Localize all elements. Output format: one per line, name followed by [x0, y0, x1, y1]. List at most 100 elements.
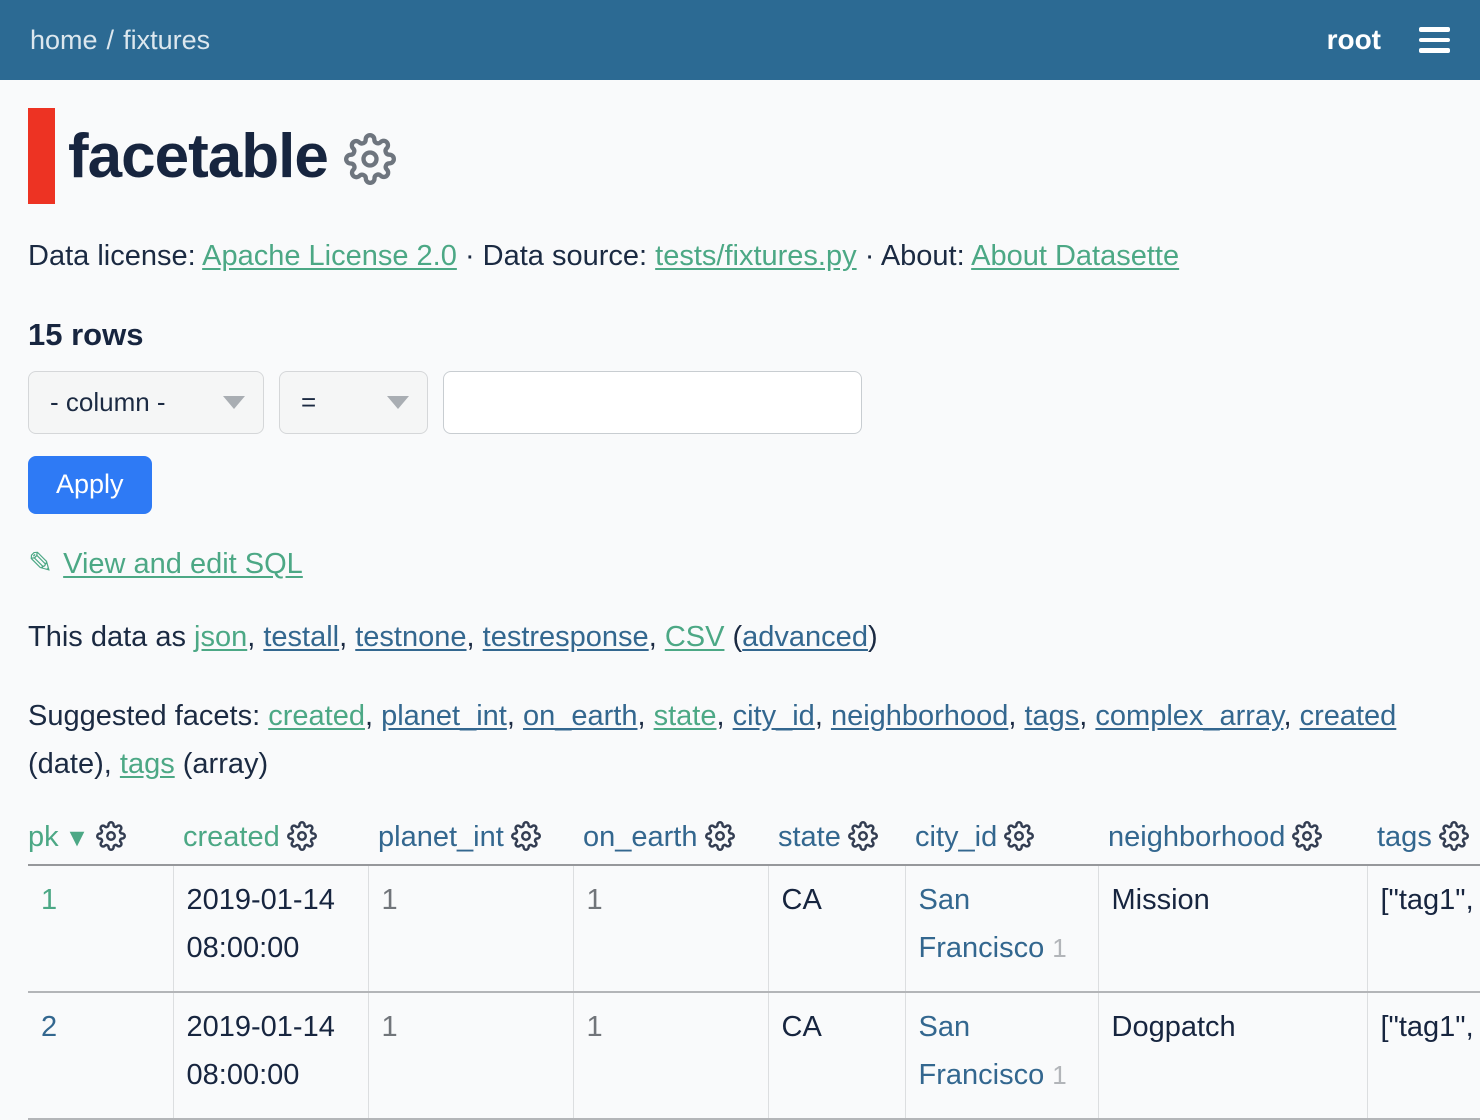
filter-column-value: - column - — [50, 387, 166, 418]
cell-created: 2019-01-14 08:00:00 — [173, 992, 368, 1119]
export-link-advanced[interactable]: advanced — [742, 621, 868, 653]
filter-operator-value: = — [301, 387, 316, 418]
table-container: pk▼ created planet_int on_earth state ci… — [28, 817, 1480, 1120]
nav-right: root — [1327, 24, 1450, 56]
column-gear-icon[interactable] — [287, 821, 317, 851]
cell-neighborhood: Dogpatch — [1098, 992, 1367, 1119]
column-header-link-state[interactable]: state — [778, 821, 841, 853]
source-label: Data source: — [483, 240, 647, 272]
sort-desc-icon: ▼ — [65, 824, 90, 852]
hamburger-menu-icon[interactable] — [1419, 27, 1450, 53]
facets-line: Suggested facets: created, planet_int, o… — [28, 692, 1452, 788]
cell-created: 2019-01-14 08:00:00 — [173, 865, 368, 992]
about-label: About: — [881, 240, 965, 272]
facet-link-city_id[interactable]: city_id — [733, 700, 815, 732]
top-nav-bar: home/fixtures root — [0, 0, 1480, 80]
column-header-on_earth: on_earth — [573, 817, 768, 865]
breadcrumb-home-link[interactable]: home — [30, 25, 98, 55]
filter-operator-select[interactable]: = — [279, 371, 428, 434]
dot-separator: · — [465, 240, 475, 272]
main-content: facetable Data license: Apache License 2… — [0, 108, 1480, 1120]
pk-link[interactable]: 2 — [41, 1011, 57, 1043]
export-link-testresponse[interactable]: testresponse — [483, 621, 649, 653]
cell-tags: ["tag1", "tag2"] — [1367, 865, 1480, 992]
title-accent-bar — [28, 108, 55, 204]
cell-on_earth: 1 — [573, 992, 768, 1119]
facet-link-tags[interactable]: tags — [1024, 700, 1079, 732]
license-link[interactable]: Apache License 2.0 — [202, 240, 457, 272]
cell-planet_int: 1 — [368, 865, 573, 992]
city-id-raw-value: 1 — [1052, 933, 1066, 963]
column-gear-icon[interactable] — [96, 821, 126, 851]
planet_int-value: 1 — [382, 884, 398, 916]
column-gear-icon[interactable] — [1292, 821, 1322, 851]
column-header-link-planet_int[interactable]: planet_int — [378, 821, 504, 853]
view-edit-sql-link[interactable]: View and edit SQL — [63, 548, 303, 580]
planet_int-value: 1 — [382, 1011, 398, 1043]
city-link[interactable]: San Francisco — [919, 1011, 1045, 1091]
column-gear-icon[interactable] — [511, 821, 541, 851]
export-link-json[interactable]: json — [194, 621, 247, 653]
column-header-neighborhood: neighborhood — [1098, 817, 1367, 865]
column-gear-icon[interactable] — [1439, 821, 1469, 851]
export-link-testall[interactable]: testall — [263, 621, 339, 653]
title-bar: facetable — [28, 108, 1480, 204]
sql-row: ✎ View and edit SQL — [28, 546, 1480, 581]
source-link[interactable]: tests/fixtures.py — [655, 240, 856, 272]
column-header-link-on_earth[interactable]: on_earth — [583, 821, 698, 853]
table-body: 12019-01-14 08:00:0011CASan Francisco1Mi… — [28, 865, 1480, 1119]
column-gear-icon[interactable] — [705, 821, 735, 851]
facets-prefix: Suggested facets: — [28, 700, 268, 732]
cell-city_id: San Francisco1 — [905, 865, 1098, 992]
data-table: pk▼ created planet_int on_earth state ci… — [28, 817, 1480, 1120]
export-link-testnone[interactable]: testnone — [355, 621, 466, 653]
facet-link-neighborhood[interactable]: neighborhood — [831, 700, 1008, 732]
column-header-link-pk[interactable]: pk — [28, 821, 59, 853]
select-dropdown-arrow-icon — [387, 396, 409, 409]
facet-link-complex_array[interactable]: complex_array — [1095, 700, 1283, 732]
filter-column-select[interactable]: - column - — [28, 371, 264, 434]
page-title: facetable — [68, 121, 328, 192]
column-header-link-city_id[interactable]: city_id — [915, 821, 997, 853]
pk-link[interactable]: 1 — [41, 884, 57, 916]
city-link[interactable]: San Francisco — [919, 884, 1045, 964]
export-link-CSV[interactable]: CSV — [665, 621, 725, 653]
facet-link-planet_int[interactable]: planet_int — [381, 700, 507, 732]
column-header-link-neighborhood[interactable]: neighborhood — [1108, 821, 1285, 853]
breadcrumb-separator: / — [98, 25, 124, 55]
column-gear-icon[interactable] — [848, 821, 878, 851]
table-row: 12019-01-14 08:00:0011CASan Francisco1Mi… — [28, 865, 1480, 992]
export-prefix: This data as — [28, 621, 194, 653]
on_earth-value: 1 — [587, 1011, 603, 1043]
filter-value-input[interactable] — [443, 371, 862, 434]
column-header-pk: pk▼ — [28, 817, 173, 865]
about-link[interactable]: About Datasette — [971, 240, 1179, 272]
breadcrumb: home/fixtures — [30, 25, 210, 56]
table-settings-gear-icon[interactable] — [344, 133, 396, 185]
table-header-row: pk▼ created planet_int on_earth state ci… — [28, 817, 1480, 865]
column-gear-icon[interactable] — [1004, 821, 1034, 851]
facet-link-created[interactable]: created — [268, 700, 365, 732]
table-row: 22019-01-14 08:00:0011CASan Francisco1Do… — [28, 992, 1480, 1119]
column-header-city_id: city_id — [905, 817, 1098, 865]
facet-suffix: (date) — [28, 748, 104, 780]
column-header-link-tags[interactable]: tags — [1377, 821, 1432, 853]
column-header-link-created[interactable]: created — [183, 821, 280, 853]
column-header-planet_int: planet_int — [368, 817, 573, 865]
breadcrumb-current-link[interactable]: fixtures — [123, 25, 210, 55]
cell-on_earth: 1 — [573, 865, 768, 992]
user-menu-link[interactable]: root — [1327, 24, 1381, 56]
facet-link-created[interactable]: created — [1300, 700, 1397, 732]
column-header-tags: tags — [1367, 817, 1480, 865]
dot-separator: · — [865, 240, 875, 272]
facet-link-state[interactable]: state — [654, 700, 717, 732]
facet-link-tags[interactable]: tags — [120, 748, 175, 780]
license-label: Data license: — [28, 240, 196, 272]
facet-suffix: (array) — [175, 748, 268, 780]
cell-neighborhood: Mission — [1098, 865, 1367, 992]
column-header-state: state — [768, 817, 905, 865]
row-count-heading: 15 rows — [28, 317, 1480, 353]
facet-link-on_earth[interactable]: on_earth — [523, 700, 638, 732]
pencil-icon: ✎ — [28, 547, 53, 580]
apply-button[interactable]: Apply — [28, 456, 152, 514]
